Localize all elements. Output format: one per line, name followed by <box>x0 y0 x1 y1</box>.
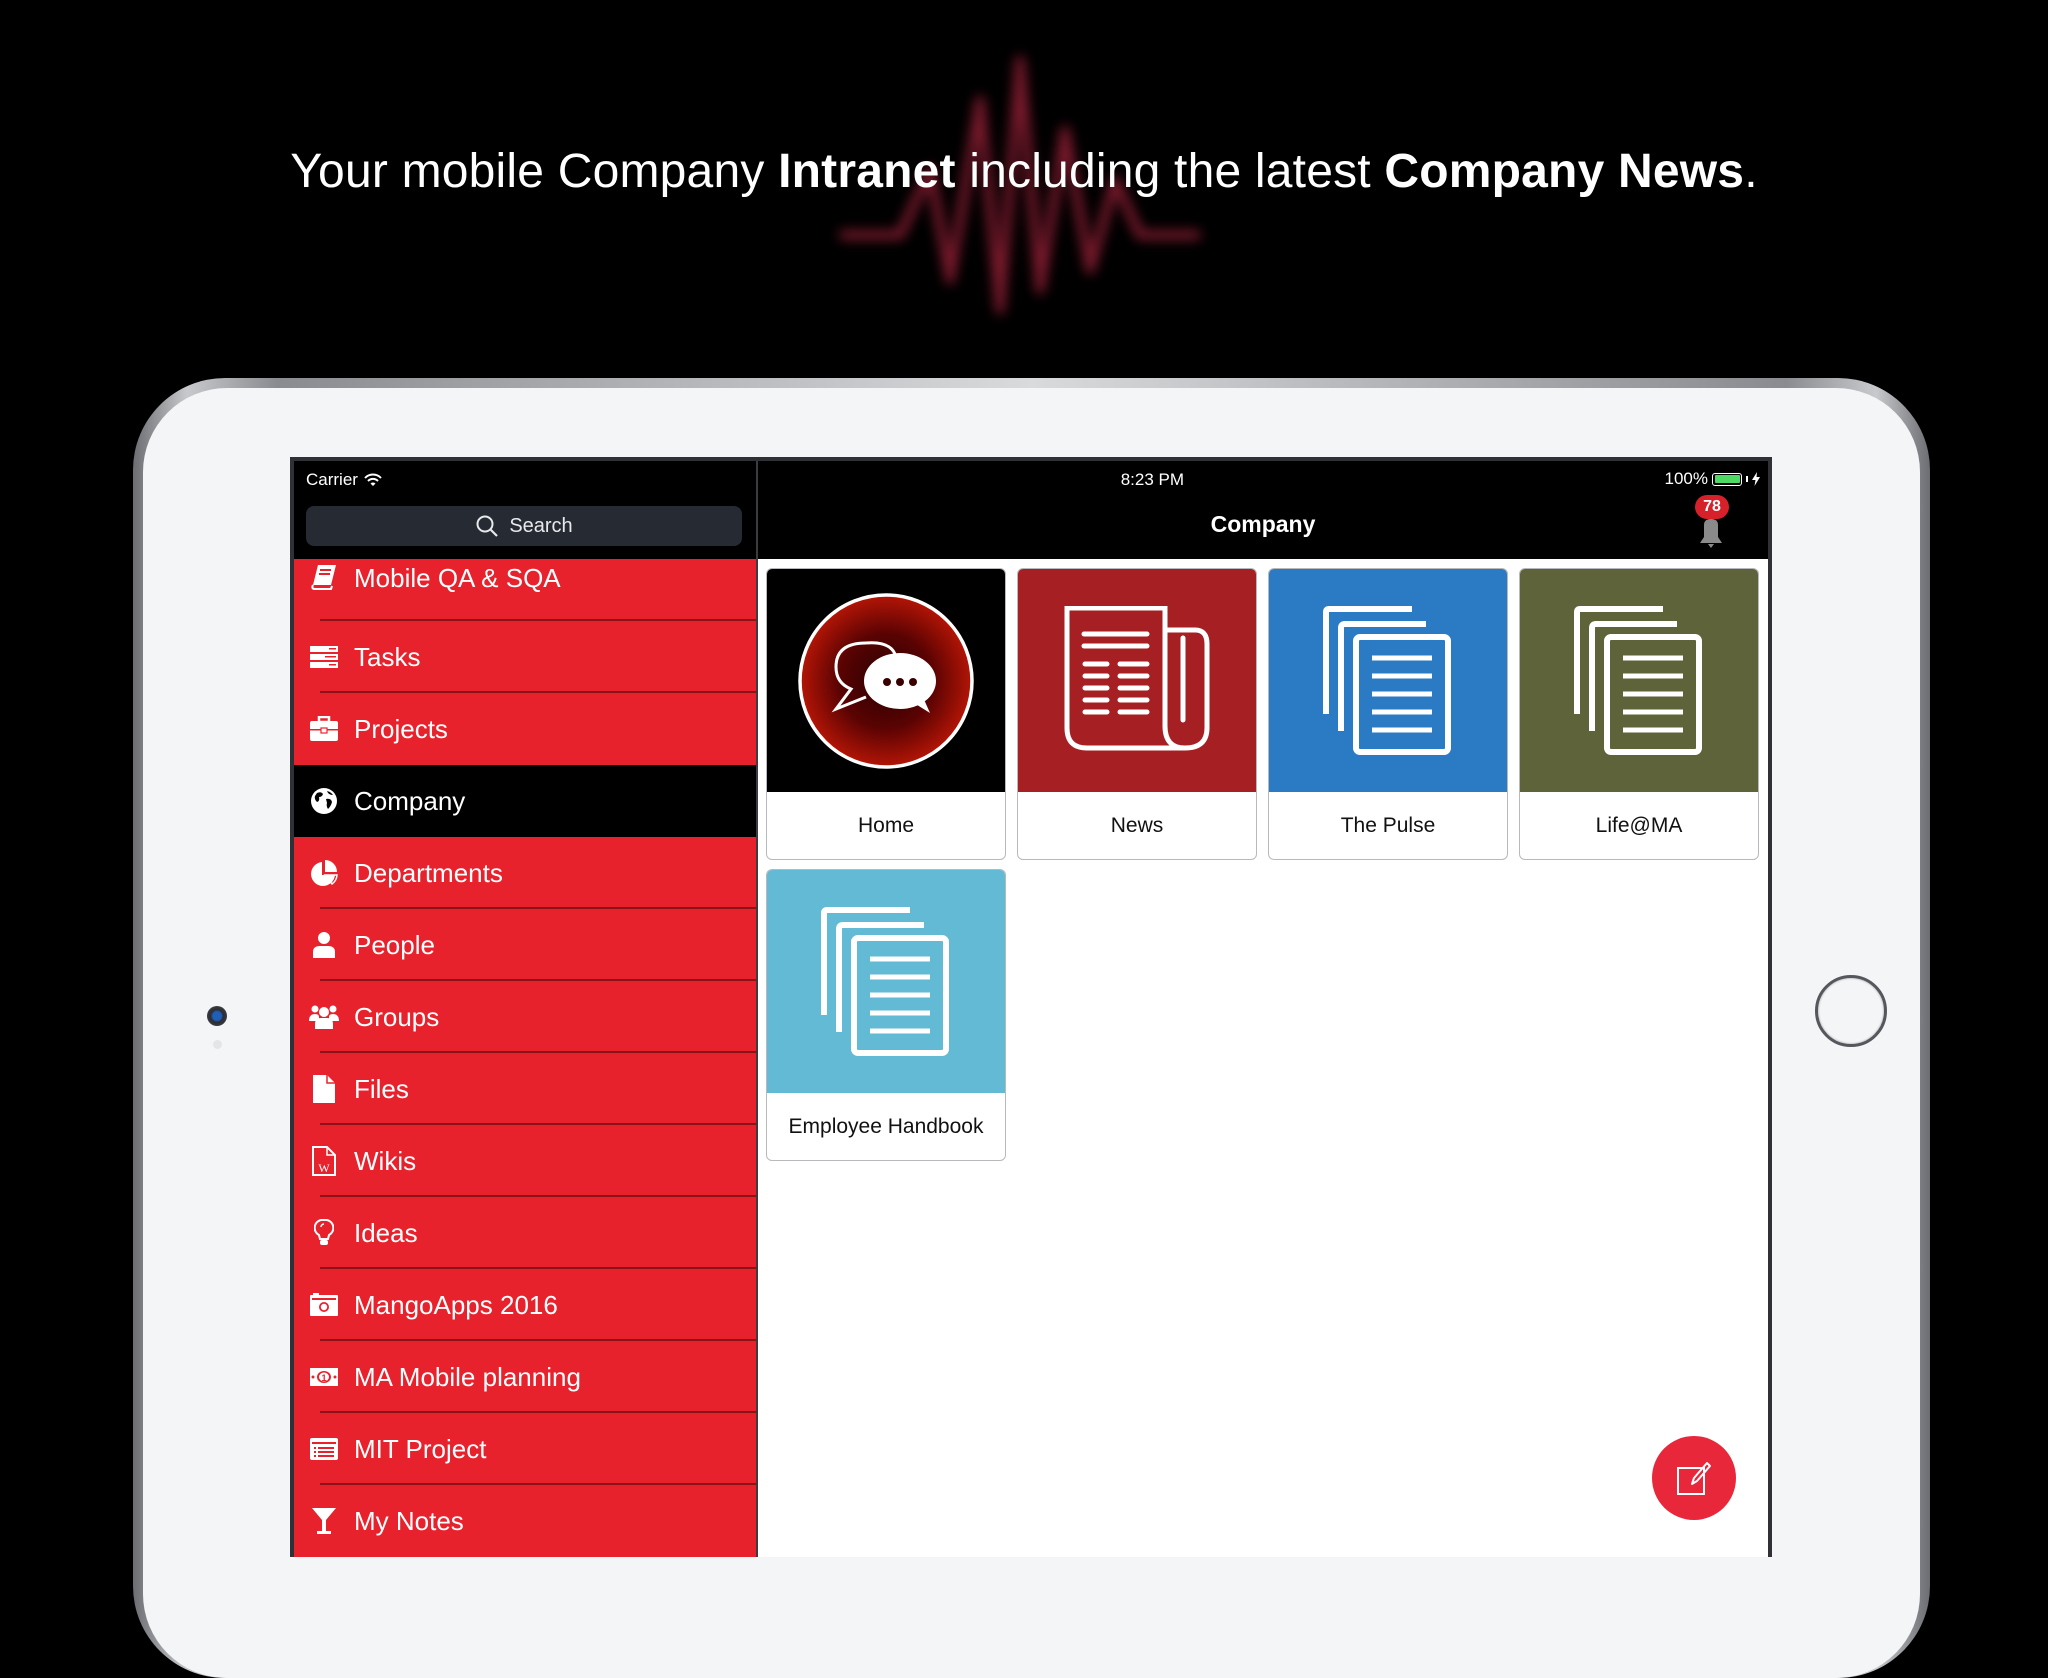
carrier-status: Carrier <box>306 470 382 490</box>
tile-label: Home <box>857 814 915 837</box>
tile-label: News <box>1110 814 1164 837</box>
battery-fill <box>1714 475 1740 483</box>
sidebar-item-label: Mobile QA & SQA <box>354 563 561 593</box>
sidebar-item-ideas[interactable]: Ideas <box>294 1197 756 1269</box>
headline: Your mobile Company Intranet including t… <box>0 144 2048 199</box>
carrier-label: Carrier <box>306 470 358 489</box>
sidebar-item-tasks[interactable]: Tasks <box>294 621 756 693</box>
sidebar-item-my-notes[interactable]: My Notes <box>294 1485 756 1557</box>
navigation-bar: 8:23 PM 100% Company 78 <box>758 461 1768 559</box>
documents-icon <box>1323 605 1451 755</box>
sidebar-item-files[interactable]: Files <box>294 1053 756 1125</box>
app-screen: Carrier Search Mobile QA & SQA Tasks Pro… <box>290 457 1772 1557</box>
sidebar-item-label: Projects <box>354 713 448 744</box>
home-button[interactable] <box>1815 975 1887 1047</box>
headline-bold-news: Company News <box>1384 145 1745 198</box>
sidebar-item-label: Departments <box>354 857 503 888</box>
wifi-icon <box>364 473 382 486</box>
cocktail-icon <box>308 1505 340 1537</box>
person-icon <box>308 929 340 961</box>
book-icon <box>308 561 340 593</box>
svg-text:W: W <box>318 1161 330 1175</box>
tile-image <box>1018 569 1256 792</box>
sidebar-menu: Mobile QA & SQA Tasks Projects Company D… <box>294 559 756 1557</box>
wiki-icon: W <box>308 1145 340 1177</box>
sidebar-item-label: MA Mobile planning <box>354 1361 581 1392</box>
charging-bolt-icon <box>1752 472 1760 486</box>
sidebar-item-label: Company <box>354 785 466 816</box>
notification-badge[interactable]: 78 <box>1695 495 1729 519</box>
sidebar-item-departments[interactable]: Departments <box>294 837 756 909</box>
search-placeholder: Search <box>509 514 573 537</box>
battery-icon <box>1712 472 1742 486</box>
tile-image <box>1520 569 1758 792</box>
compose-button[interactable] <box>1652 1436 1736 1520</box>
sidebar-item-mobile-qa[interactable]: Mobile QA & SQA <box>294 559 756 621</box>
tile-label: Employee Handbook <box>788 1115 984 1138</box>
headline-bold-intranet: Intranet <box>778 145 956 198</box>
tile-image <box>1269 569 1507 792</box>
status-time: 8:23 PM <box>1120 470 1184 489</box>
sidebar-item-label: My Notes <box>354 1505 464 1536</box>
battery-status: 100% <box>1665 469 1760 489</box>
sidebar-item-groups[interactable]: Groups <box>294 981 756 1053</box>
camera-icon <box>308 1289 340 1321</box>
sidebar-item-label: Wikis <box>354 1145 417 1176</box>
main-content: 8:23 PM 100% Company 78 Home News The Pu… <box>758 461 1768 1557</box>
sidebar-item-wikis[interactable]: W Wikis <box>294 1125 756 1197</box>
sidebar-item-label: Files <box>354 1073 409 1104</box>
sidebar-header: Carrier Search <box>294 461 756 559</box>
search-input[interactable]: Search <box>306 506 742 546</box>
sidebar-item-ma-mobile-planning[interactable]: 1 MA Mobile planning <box>294 1341 756 1413</box>
sidebar-item-label: MangoApps 2016 <box>354 1289 558 1320</box>
sidebar-item-company[interactable]: Company <box>294 765 756 837</box>
search-icon <box>476 515 499 537</box>
documents-icon <box>1574 605 1702 755</box>
tile-home[interactable]: Home <box>766 568 1006 860</box>
lightbulb-icon <box>308 1217 340 1249</box>
tile-label: The Pulse <box>1340 814 1436 837</box>
newspaper-icon <box>1064 605 1210 750</box>
compose-icon <box>1677 1462 1711 1495</box>
chat-bubbles-icon <box>798 592 974 769</box>
tile-image <box>767 870 1005 1093</box>
camera-icon <box>207 1006 227 1026</box>
briefcase-icon <box>308 713 340 745</box>
tile-life-at-ma[interactable]: Life@MA <box>1519 568 1759 860</box>
sidebar-item-label: Tasks <box>354 641 421 672</box>
globe-icon <box>308 785 340 817</box>
page-title: Company <box>1210 511 1316 537</box>
sidebar-item-label: Groups <box>354 1001 440 1032</box>
battery-percent: 100% <box>1664 469 1708 488</box>
sidebar-item-people[interactable]: People <box>294 909 756 981</box>
headline-text: Your mobile Company <box>290 145 779 198</box>
svg-text:1: 1 <box>321 1373 326 1383</box>
tile-label: Life@MA <box>1595 814 1683 837</box>
tile-employee-handbook[interactable]: Employee Handbook <box>766 869 1006 1161</box>
tile-image <box>767 569 1005 792</box>
tasks-icon <box>308 641 340 673</box>
sidebar-item-label: Ideas <box>354 1217 418 1248</box>
sidebar-item-projects[interactable]: Projects <box>294 693 756 765</box>
pie-chart-icon <box>308 857 340 889</box>
headline-text: . <box>1744 145 1758 198</box>
sidebar: Carrier Search Mobile QA & SQA Tasks Pro… <box>294 461 756 1557</box>
sensor <box>213 1040 222 1049</box>
tile-news[interactable]: News <box>1017 568 1257 860</box>
money-icon: 1 <box>308 1361 340 1393</box>
sidebar-item-mit-project[interactable]: MIT Project <box>294 1413 756 1485</box>
sidebar-item-mangoapps-2016[interactable]: MangoApps 2016 <box>294 1269 756 1341</box>
group-icon <box>308 1001 340 1033</box>
tile-the-pulse[interactable]: The Pulse <box>1268 568 1508 860</box>
battery-tip <box>1746 476 1748 482</box>
sidebar-item-label: People <box>354 929 435 960</box>
headline-text: including the latest <box>955 145 1385 198</box>
documents-icon <box>821 906 949 1056</box>
file-icon <box>308 1073 340 1105</box>
sidebar-item-label: MIT Project <box>354 1433 487 1464</box>
list-icon <box>308 1433 340 1465</box>
